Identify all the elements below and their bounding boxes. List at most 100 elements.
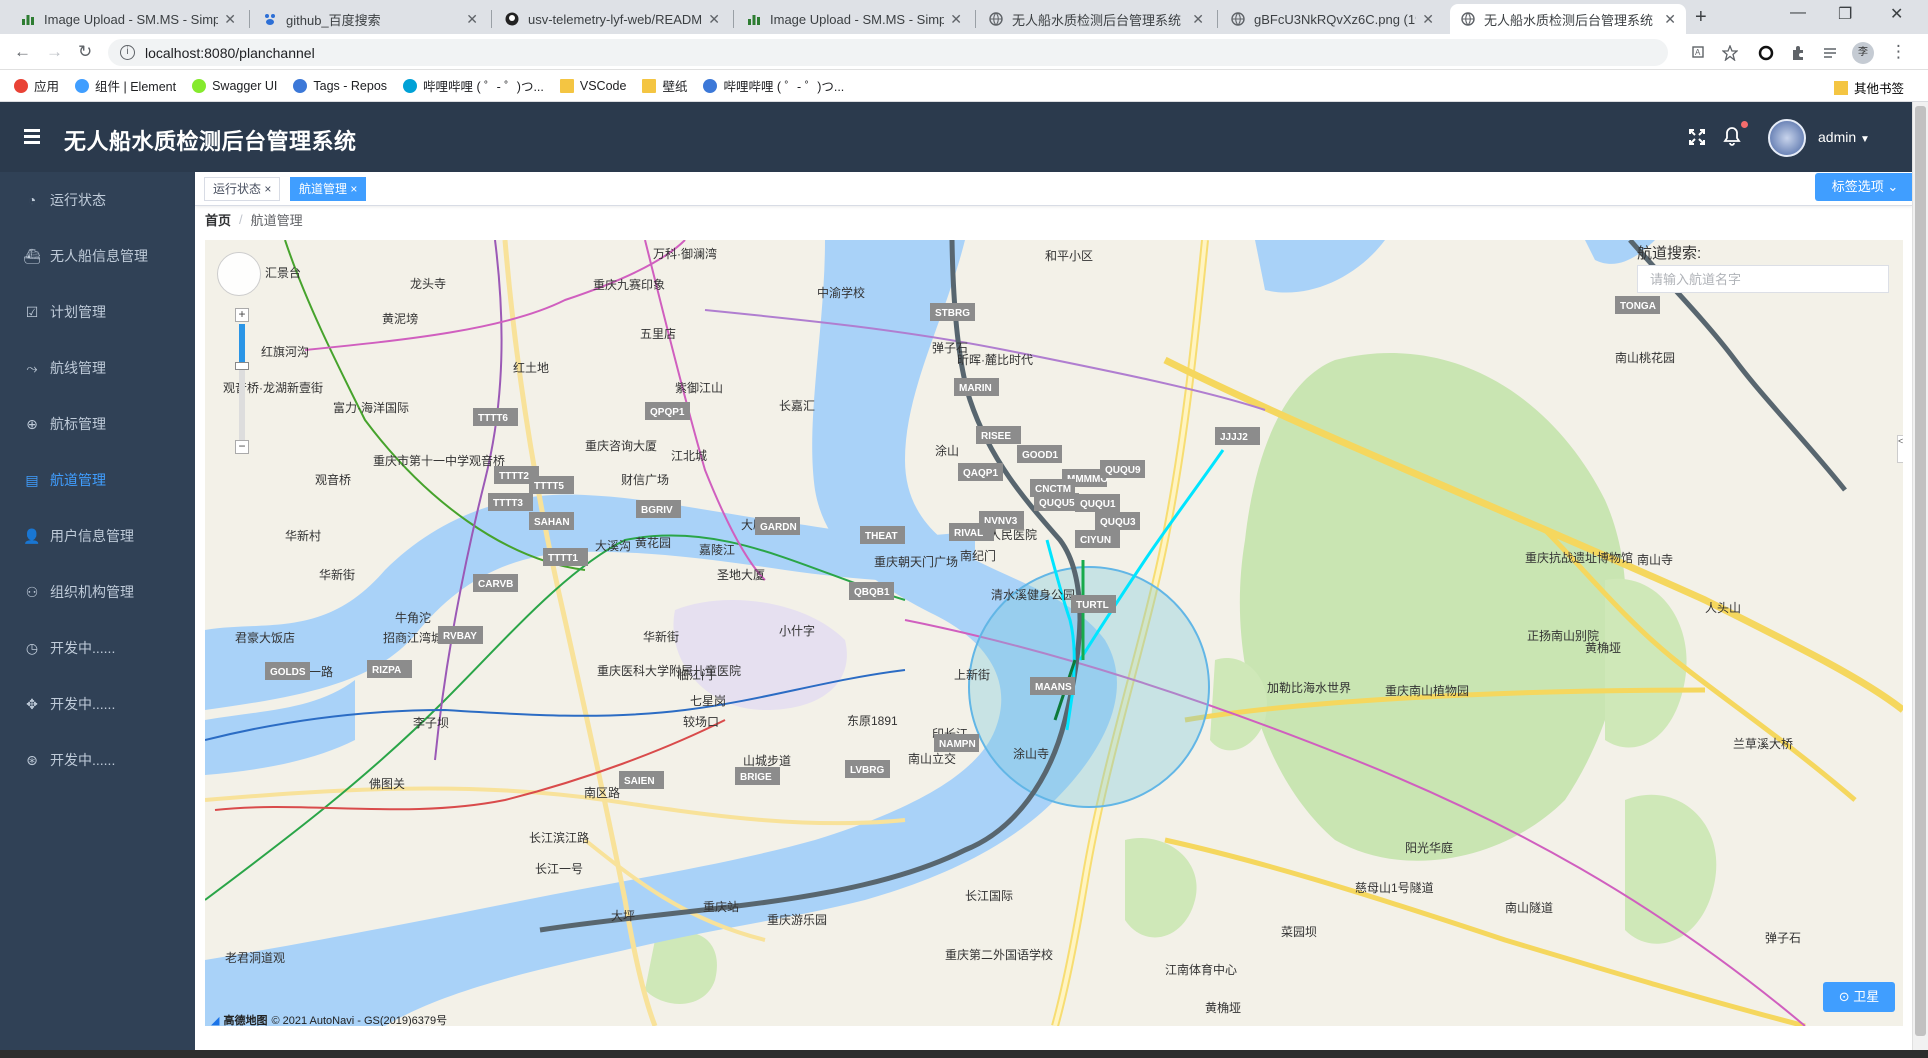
tab-close-icon[interactable]: ✕ [1192, 11, 1204, 28]
zoom-slider-handle[interactable] [235, 362, 249, 370]
map-canvas[interactable]: 万科·御澜湾 和平小区龙头寺 汇景台重庆九赛印象中渝学校黄泥塝红旗河沟 五里店红土地弹… [205, 240, 1903, 1026]
channel-marker[interactable]: TTTT1 [543, 548, 588, 566]
channel-marker[interactable]: RIVAL [949, 523, 994, 541]
browser-tab[interactable]: Image Upload - SM.MS - Simp ✕ [10, 4, 246, 34]
tab-close-icon[interactable]: ✕ [708, 11, 720, 28]
sidebar-item[interactable]: ⛴ 无人船信息管理 [0, 228, 195, 284]
page-scrollbar[interactable] [1912, 102, 1928, 1050]
tag-channel-management[interactable]: 航道管理 × [290, 177, 367, 201]
channel-marker[interactable]: STBRG [930, 303, 975, 321]
breadcrumb-home[interactable]: 首页 [205, 210, 231, 229]
channel-marker[interactable]: QAQP1 [958, 463, 1003, 481]
zoom-out-button[interactable]: − [235, 440, 249, 454]
bookmark-item[interactable]: 壁纸 [642, 76, 687, 95]
sidebar-item[interactable]: ✥ 开发中...... [0, 676, 195, 732]
map-compass-control[interactable] [217, 252, 261, 296]
channel-marker[interactable]: MAANS [1030, 677, 1075, 695]
site-info-icon[interactable]: i [120, 45, 135, 60]
sidebar-item[interactable]: ◷ 开发中...... [0, 620, 195, 676]
channel-marker[interactable]: QUQU1 [1075, 494, 1120, 512]
channel-marker[interactable]: SAIEN [619, 771, 664, 789]
avatar[interactable] [1768, 119, 1806, 157]
puzzle-icon[interactable] [1790, 45, 1806, 61]
sidebar-item[interactable]: ☑ 计划管理 [0, 284, 195, 340]
channel-marker[interactable]: QUQU3 [1095, 512, 1140, 530]
channel-marker[interactable]: RIZPA [367, 660, 412, 678]
bookmark-item[interactable]: Tags - Repos [293, 78, 387, 93]
tag-options-button[interactable]: 标签选项 ⌄ [1815, 173, 1915, 201]
bookmark-item[interactable]: 哔哩哔哩 ( ゜- ゜)つ... [403, 76, 544, 95]
channel-marker[interactable]: TTTT5 [529, 476, 574, 494]
channel-marker[interactable]: RVBAY [438, 626, 483, 644]
bookmark-item[interactable]: 组件 | Element [75, 76, 176, 95]
channel-marker[interactable]: TURTL [1071, 595, 1116, 613]
channel-marker[interactable]: MARIN [954, 378, 999, 396]
channel-marker[interactable]: RISEE [976, 426, 1021, 444]
channel-marker[interactable]: TTTT6 [473, 408, 518, 426]
browser-tab[interactable]: 无人船水质检测后台管理系统 ✕ [978, 4, 1214, 34]
channel-marker[interactable]: SAHAN [529, 512, 574, 530]
tab-close-icon[interactable]: ✕ [224, 11, 236, 28]
zoom-in-button[interactable]: + [235, 308, 249, 322]
sidebar-item[interactable]: ▤ 航道管理 [0, 452, 195, 508]
sidebar-item[interactable]: ⊕ 航标管理 [0, 396, 195, 452]
sidebar-item[interactable]: 👤 用户信息管理 [0, 508, 195, 564]
browser-tab[interactable]: github_百度搜索 ✕ [252, 4, 488, 34]
channel-search-input[interactable] [1637, 265, 1889, 293]
sidebar-item[interactable]: ⚇ 组织机构管理 [0, 564, 195, 620]
channel-marker[interactable]: GOLDS [265, 662, 310, 680]
new-tab-button[interactable]: + [1695, 6, 1707, 29]
channel-marker[interactable]: NAMPN [934, 734, 979, 752]
hamburger-menu-icon[interactable] [24, 129, 40, 144]
scrollbar-thumb[interactable] [1915, 106, 1926, 1036]
reload-icon[interactable]: ↻ [78, 42, 92, 62]
channel-marker[interactable]: TONGA [1615, 296, 1660, 314]
browser-tab[interactable]: Image Upload - SM.MS - Simp ✕ [736, 4, 972, 34]
restore-icon[interactable]: ❐ [1838, 4, 1852, 24]
tag-close-icon[interactable]: × [350, 182, 357, 196]
forward-icon[interactable]: → [46, 42, 63, 62]
channel-marker[interactable]: GARDN [755, 517, 800, 535]
channel-marker[interactable]: THEAT [860, 526, 905, 544]
other-bookmarks[interactable]: 其他书签 [1833, 78, 1904, 97]
bookmark-item[interactable]: 应用 [14, 76, 59, 95]
channel-marker[interactable]: QUQU5 [1034, 493, 1079, 511]
channel-marker[interactable]: QPQP1 [645, 402, 690, 420]
channel-marker[interactable]: LVBRG [845, 760, 890, 778]
panel-collapse-handle[interactable]: < [1897, 435, 1903, 463]
channel-marker[interactable]: BRIGE [735, 767, 780, 785]
channel-marker[interactable]: JJJJ2 [1215, 427, 1260, 445]
channel-marker[interactable]: GOOD1 [1017, 445, 1062, 463]
bookmark-star-icon[interactable] [1722, 45, 1738, 61]
close-window-icon[interactable]: ✕ [1890, 4, 1903, 24]
translate-icon[interactable]: A [1692, 45, 1708, 61]
sidebar-item[interactable]: ⊛ 开发中...... [0, 732, 195, 788]
bookmark-item[interactable]: 哔哩哔哩 ( ゜- ゜)つ... [703, 76, 844, 95]
channel-marker[interactable]: TTTT3 [488, 493, 533, 511]
url-input[interactable]: i localhost:8080/planchannel [108, 39, 1668, 66]
minimize-icon[interactable]: — [1790, 4, 1806, 22]
tag-run-status[interactable]: 运行状态 × [204, 177, 281, 201]
tab-close-icon[interactable]: ✕ [1664, 11, 1676, 28]
satellite-toggle-button[interactable]: ⊙ 卫星 [1823, 982, 1895, 1012]
browser-menu-icon[interactable]: ⋮ [1890, 42, 1907, 62]
profile-avatar-icon[interactable]: 李 [1852, 42, 1874, 64]
back-icon[interactable]: ← [14, 42, 31, 62]
browser-tab[interactable]: gBFcU3NkRQvXz6C.png (1920 ✕ [1220, 4, 1444, 34]
channel-marker[interactable]: QUQU9 [1100, 460, 1145, 478]
sidebar-item[interactable]: ◔ 运行状态 [0, 172, 195, 228]
extension-circle-icon[interactable] [1758, 45, 1774, 61]
browser-tab[interactable]: usv-telemetry-lyf-web/READM ✕ [494, 4, 730, 34]
channel-marker[interactable]: QBQB1 [849, 582, 894, 600]
username-dropdown[interactable]: admin ▼ [1818, 129, 1870, 145]
map-container[interactable]: 万科·御澜湾 和平小区 龙头寺 汇景台 重庆九赛印象 中渝学校 黄泥塝 红旗河沟 五里店 红土地弹… [205, 240, 1903, 1026]
tab-close-icon[interactable]: ✕ [1422, 11, 1434, 28]
fullscreen-icon[interactable] [1688, 128, 1706, 146]
tag-close-icon[interactable]: × [264, 182, 271, 196]
sidebar-item[interactable]: ⤳ 航线管理 [0, 340, 195, 396]
notification-bell-icon[interactable] [1723, 126, 1741, 146]
channel-marker[interactable]: BGRIV [636, 500, 681, 518]
tab-close-icon[interactable]: ✕ [466, 11, 478, 28]
bookmark-item[interactable]: Swagger UI [192, 78, 277, 93]
browser-tab[interactable]: 无人船水质检测后台管理系统 ✕ [1450, 4, 1686, 34]
